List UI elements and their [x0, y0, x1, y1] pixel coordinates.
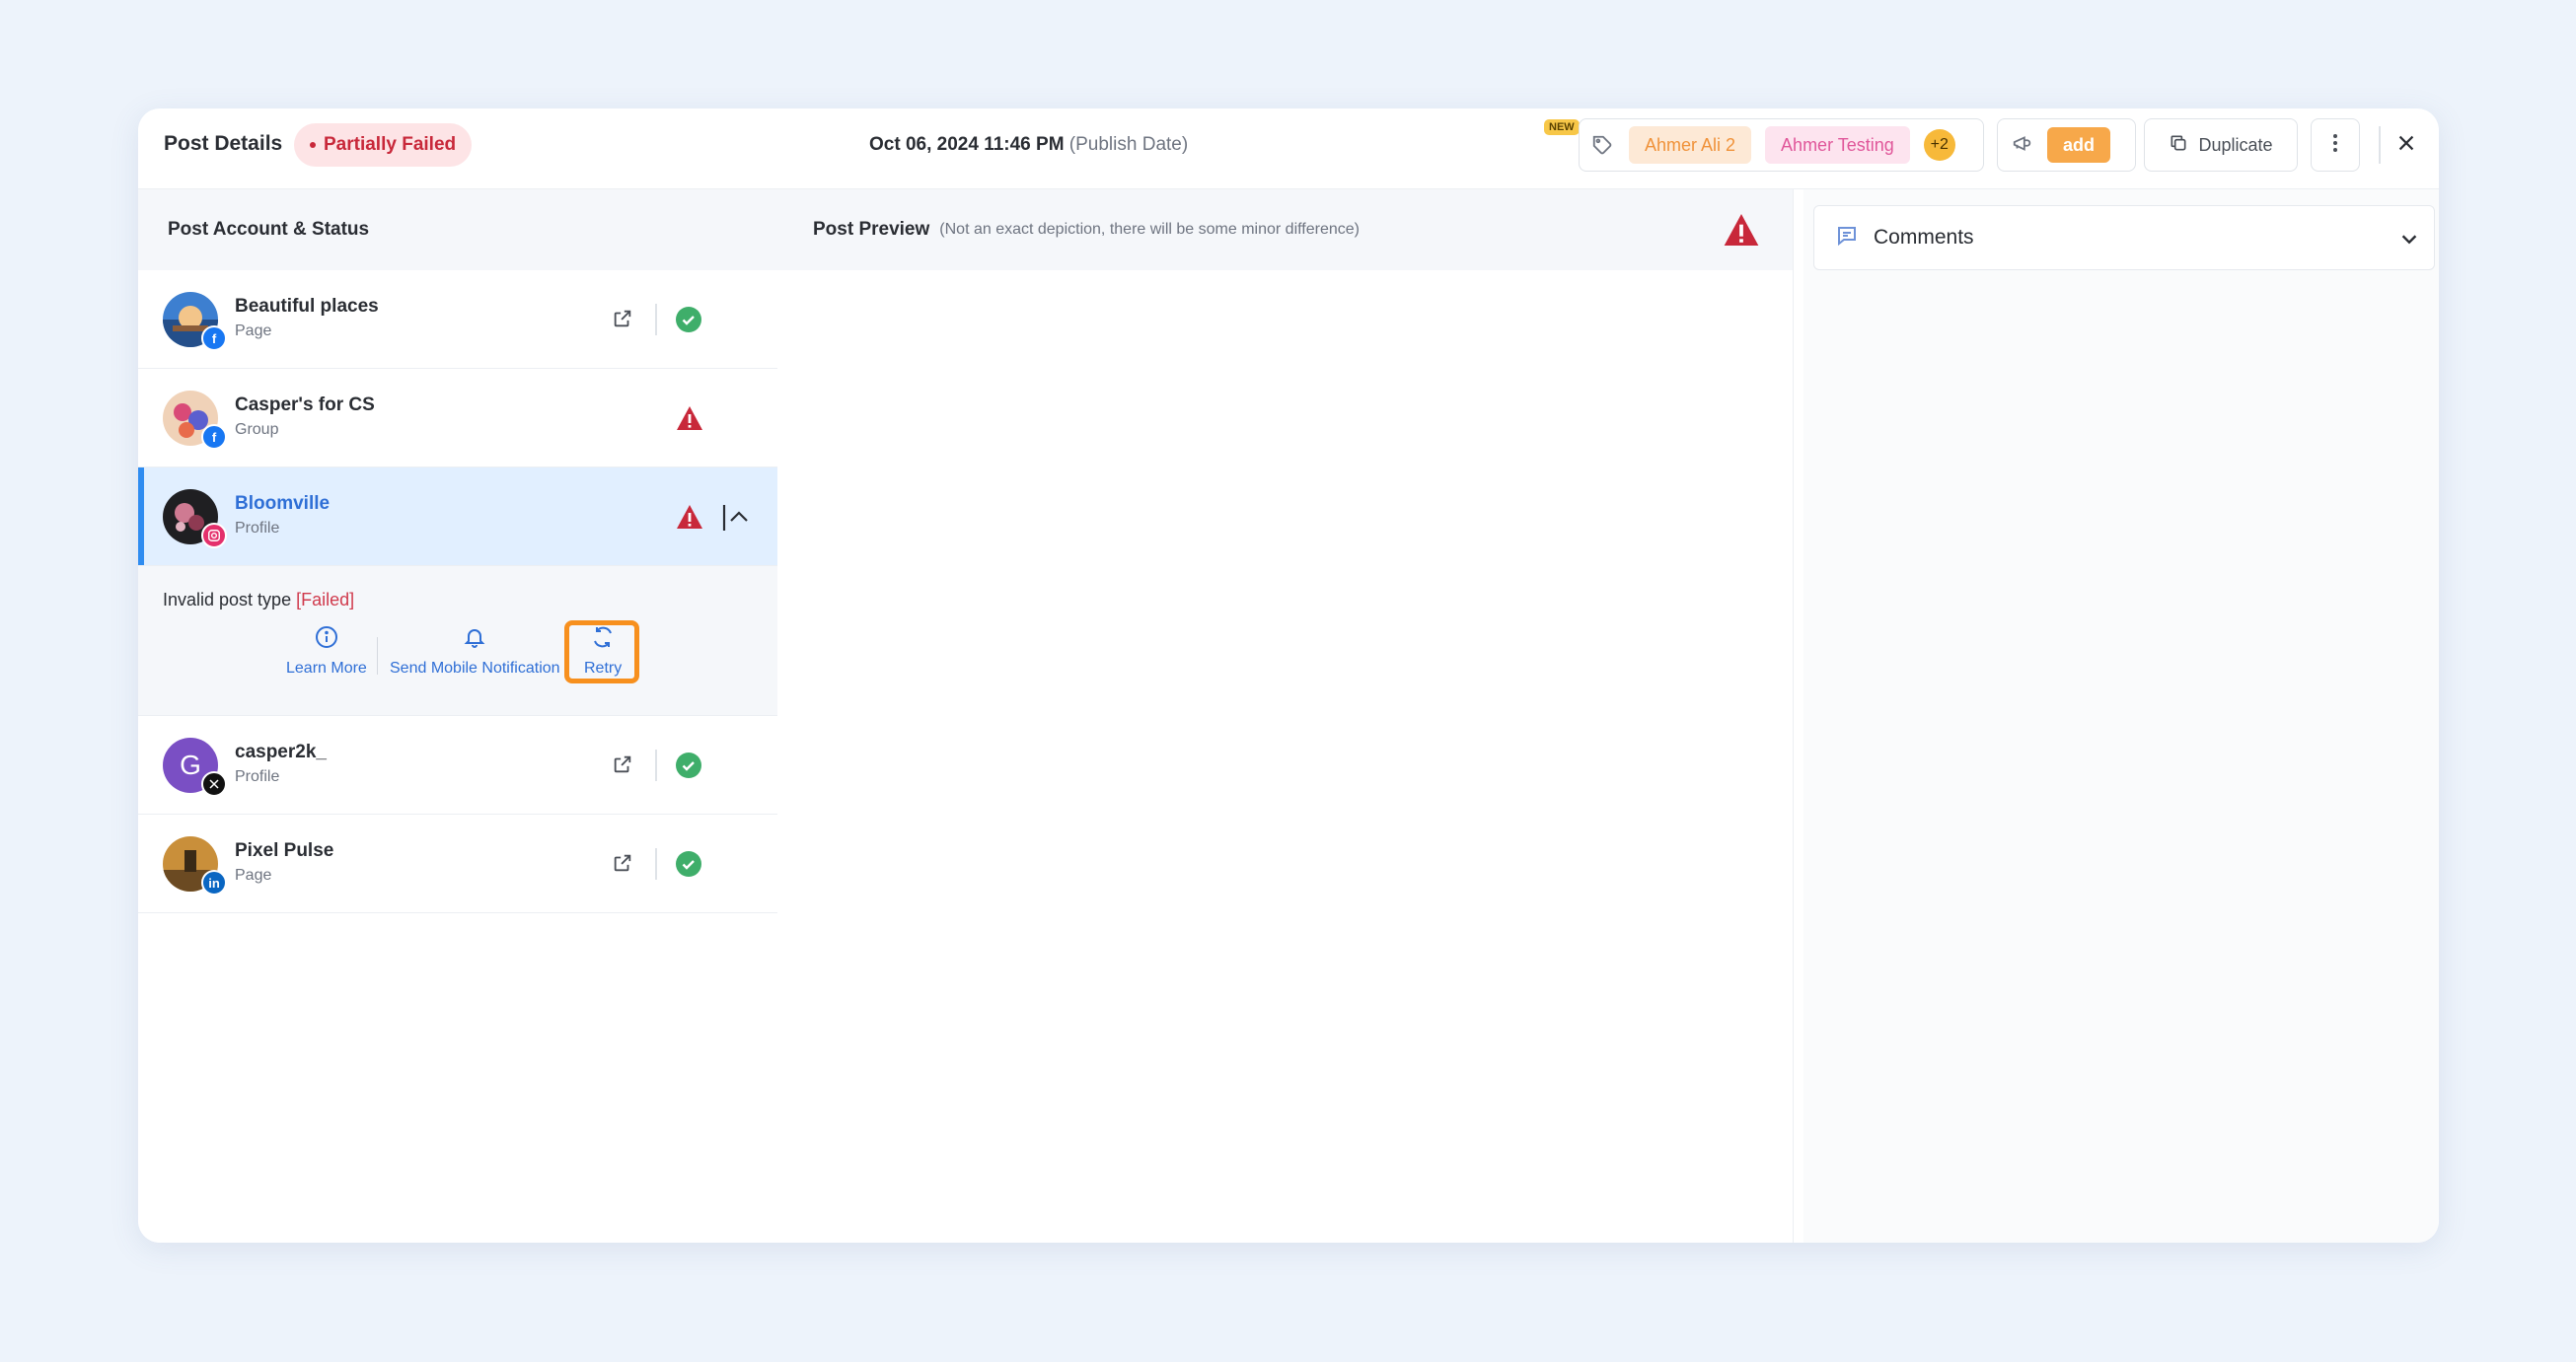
chevron-up-icon[interactable]: [722, 503, 750, 533]
x-icon: [201, 771, 227, 797]
comment-icon: [1834, 224, 1860, 252]
account-type: Page: [235, 323, 272, 339]
error-message-text: Invalid post type: [163, 590, 292, 609]
label-chip[interactable]: Ahmer Testing: [1765, 126, 1910, 164]
accounts-panel: Post Account & Status f Beautiful places…: [138, 189, 777, 1243]
comments-toggle[interactable]: Comments: [1813, 205, 2435, 270]
bell-icon: [463, 625, 486, 654]
retry-highlight-box: [564, 620, 639, 683]
warning-icon: [675, 503, 704, 531]
external-link-icon[interactable]: [612, 852, 635, 876]
error-failed-tag: [Failed]: [296, 590, 355, 609]
kebab-icon: [2332, 133, 2338, 158]
external-link-icon[interactable]: [612, 753, 635, 777]
account-row[interactable]: G casper2k_ Profile: [138, 716, 777, 815]
account-name: Casper's for CS: [235, 394, 375, 415]
row-divider: [655, 848, 657, 880]
success-check-icon: [676, 851, 701, 877]
external-link-icon[interactable]: [612, 308, 635, 331]
action-divider: [377, 637, 378, 675]
publish-date-suffix: (Publish Date): [1068, 134, 1189, 155]
success-check-icon: [676, 753, 701, 778]
account-row-selected[interactable]: Bloomville Profile: [138, 467, 777, 566]
post-details-modal: Post Details Partially Failed Oct 06, 20…: [138, 108, 2439, 1243]
preview-title: Post Preview: [813, 219, 930, 240]
warning-icon: [675, 404, 704, 432]
page-title: Post Details: [164, 132, 283, 155]
learn-more-button[interactable]: Learn More: [286, 625, 367, 678]
new-badge: NEW: [1544, 119, 1580, 135]
tag-icon: [1589, 132, 1615, 158]
error-details-panel: Invalid post type [Failed] Learn More Se…: [138, 566, 777, 716]
account-type: Profile: [235, 520, 280, 537]
label-chip[interactable]: Ahmer Ali 2: [1629, 126, 1752, 164]
modal-header: Post Details Partially Failed Oct 06, 20…: [138, 108, 2439, 189]
success-check-icon: [676, 307, 701, 332]
close-icon: [2395, 132, 2417, 159]
instagram-icon: [201, 523, 227, 548]
campaign-selector[interactable]: add: [1997, 118, 2136, 172]
copy-icon: [2169, 133, 2188, 158]
facebook-icon: f: [201, 325, 227, 351]
row-divider: [655, 750, 657, 781]
account-name: Pixel Pulse: [235, 840, 334, 861]
labels-more-count[interactable]: +2: [1923, 129, 1955, 161]
account-row[interactable]: in Pixel Pulse Page: [138, 815, 777, 913]
send-mobile-notification-button[interactable]: Send Mobile Notification: [390, 625, 560, 678]
labels-selector[interactable]: Ahmer Ali 2 Ahmer Testing +2: [1579, 118, 1984, 172]
status-badge-label: Partially Failed: [324, 134, 457, 155]
publish-date: Oct 06, 2024 11:46 PM (Publish Date): [869, 134, 1188, 156]
send-notification-label: Send Mobile Notification: [390, 660, 560, 677]
error-message: Invalid post type [Failed]: [163, 590, 354, 610]
account-type: Page: [235, 867, 272, 884]
comments-label: Comments: [1874, 226, 1974, 249]
preview-header: Post Preview (Not an exact depiction, th…: [777, 189, 1793, 270]
account-name: Beautiful places: [235, 296, 379, 317]
info-icon: [315, 625, 338, 654]
status-dot-icon: [310, 142, 316, 148]
warning-icon: [1722, 211, 1761, 249]
header-divider: [2379, 126, 2381, 164]
account-row[interactable]: f Casper's for CS Group: [138, 369, 777, 467]
comments-panel: Comments: [1803, 189, 2439, 1243]
account-type: Group: [235, 421, 279, 438]
close-button[interactable]: [2388, 126, 2425, 164]
post-preview-panel: Post Preview (Not an exact depiction, th…: [777, 189, 1794, 1243]
more-options-button[interactable]: [2311, 118, 2360, 172]
duplicate-label: Duplicate: [2198, 134, 2273, 155]
row-divider: [655, 304, 657, 335]
learn-more-label: Learn More: [286, 660, 367, 677]
megaphone-icon: [2012, 132, 2033, 159]
accounts-panel-title: Post Account & Status: [138, 189, 777, 270]
account-name: casper2k_: [235, 742, 327, 762]
avatar-initial: G: [180, 750, 201, 780]
campaign-add-button[interactable]: add: [2047, 127, 2111, 163]
linkedin-icon: in: [201, 870, 227, 896]
preview-note: (Not an exact depiction, there will be s…: [939, 221, 1360, 238]
account-name: Bloomville: [235, 493, 331, 514]
account-type: Profile: [235, 768, 280, 785]
facebook-icon: f: [201, 424, 227, 450]
status-badge: Partially Failed: [294, 123, 473, 167]
chevron-down-icon: [2398, 228, 2420, 250]
account-row[interactable]: f Beautiful places Page: [138, 270, 777, 369]
duplicate-button[interactable]: Duplicate: [2144, 118, 2298, 172]
publish-date-value: Oct 06, 2024 11:46 PM: [869, 134, 1065, 155]
